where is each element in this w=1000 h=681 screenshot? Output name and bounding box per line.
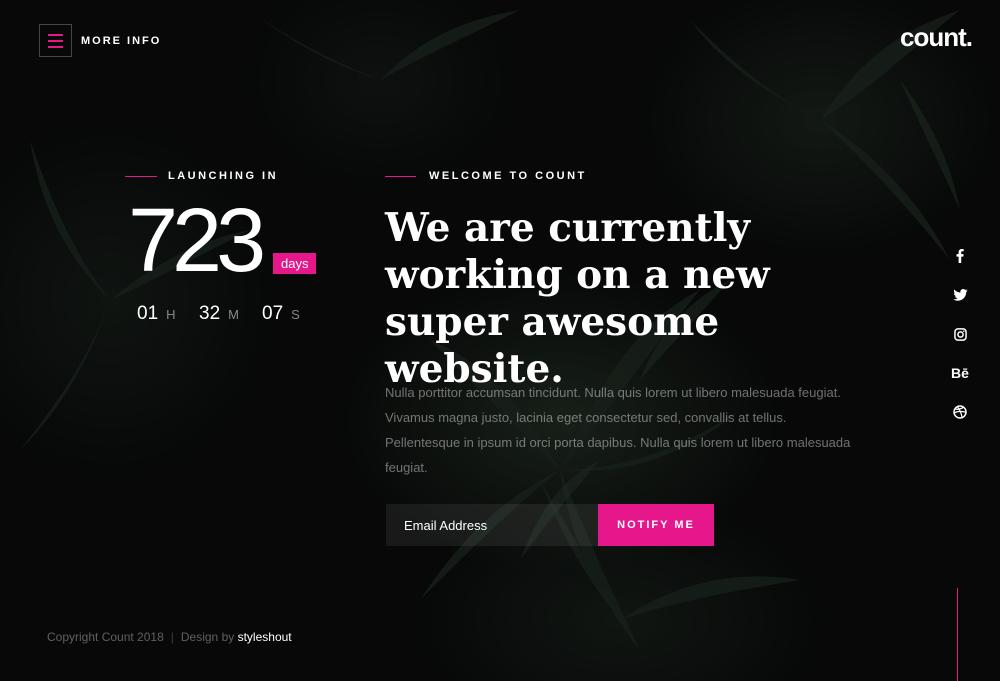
notify-me-button[interactable]: NOTIFY ME	[598, 504, 714, 546]
countdown-days: 723	[128, 191, 266, 291]
seconds-value: 07	[262, 303, 284, 324]
instagram-icon[interactable]	[948, 322, 972, 346]
designer-link[interactable]: styleshout	[238, 630, 292, 644]
behance-icon[interactable]: Bē	[948, 361, 972, 385]
hamburger-icon-bar	[48, 45, 63, 48]
countdown-seconds: 07 S	[262, 303, 300, 325]
design-by-text: Design by	[180, 630, 235, 644]
welcome-label: WELCOME TO COUNT	[429, 170, 587, 182]
page-description: Nulla porttitor accumsan tincidunt. Null…	[385, 385, 851, 475]
page-headline: We are currently working on a new super …	[385, 205, 770, 392]
twitter-icon[interactable]	[948, 283, 972, 307]
label-divider	[385, 176, 416, 177]
seconds-unit: S	[291, 307, 300, 322]
minutes-value: 32	[199, 303, 221, 324]
menu-toggle-button[interactable]	[39, 24, 72, 57]
hours-unit: H	[166, 307, 176, 322]
footer-separator: |	[170, 630, 174, 644]
countdown-minutes: 32 M	[199, 303, 239, 325]
site-logo[interactable]: count.	[900, 22, 973, 53]
countdown-hours: 01 H	[137, 303, 176, 325]
label-divider	[125, 176, 157, 177]
launching-label: LAUNCHING IN	[168, 170, 279, 182]
dribbble-icon[interactable]	[948, 400, 972, 424]
more-info-link[interactable]: MORE INFO	[81, 35, 161, 47]
footer: Copyright Count 2018 | Design by styleshou…	[47, 630, 292, 644]
hours-value: 01	[137, 303, 159, 324]
hamburger-icon-bar	[48, 39, 63, 42]
copyright-text: Copyright Count 2018	[47, 630, 164, 644]
minutes-unit: M	[228, 307, 239, 322]
countdown-days-badge: days	[273, 253, 317, 274]
scroll-indicator-line	[957, 588, 958, 681]
email-input[interactable]	[386, 504, 598, 546]
facebook-icon[interactable]	[948, 244, 972, 268]
social-links: Bē	[948, 244, 972, 439]
hamburger-icon-bar	[48, 33, 63, 36]
